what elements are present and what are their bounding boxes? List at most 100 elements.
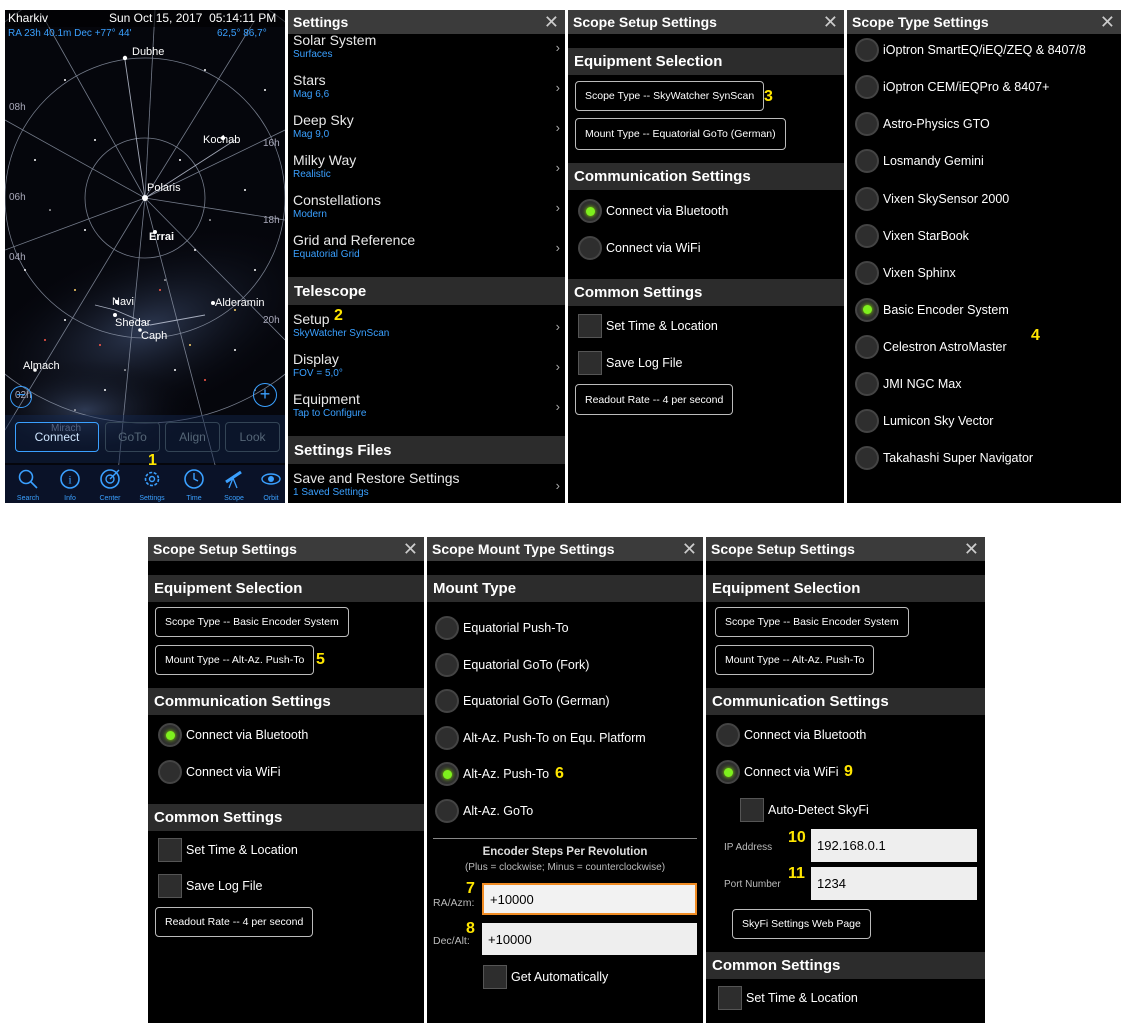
scope-type-option[interactable]: Lumicon Sky Vector [855,409,993,434]
settings-item-constellations[interactable]: Constellations Modern › [293,192,560,220]
settings-item-equipment[interactable]: Equipment Tap to Configure › [293,391,560,419]
mount-option[interactable]: Equatorial Push-To [435,616,569,640]
mount-type-button[interactable]: Mount Type -- Alt-Az. Push-To [715,645,875,675]
toolbar-orbit[interactable]: Orbit [257,465,285,503]
zoom-in-button[interactable]: + [253,383,277,407]
radio-bluetooth[interactable]: Connect via Bluetooth [158,723,308,747]
item-subtitle: 1 Saved Settings [293,487,369,498]
radio-label: iOptron CEM/iEQPro & 8407+ [883,80,1050,95]
close-icon[interactable]: ✕ [823,12,838,33]
mount-option[interactable]: Alt-Az. Push-To [435,762,549,786]
checkbox-set-time[interactable]: Set Time & Location [578,314,718,338]
scope-type-button[interactable]: Scope Type -- Basic Encoder System [155,607,349,637]
close-icon[interactable]: ✕ [544,12,559,33]
mount-type-button[interactable]: Mount Type -- Alt-Az. Push-To [155,645,315,675]
toolbar-info[interactable]: i Info [53,465,87,503]
item-title: Constellations [293,192,381,208]
align-button[interactable]: Align [165,422,220,452]
toolbar-center[interactable]: Center [93,465,127,503]
zoom-out-button[interactable]: − [10,386,32,408]
star-label-shedar[interactable]: Shedar [115,317,150,329]
star-label-almach[interactable]: Almach [23,360,60,372]
dec-input[interactable]: +10000 [482,923,697,955]
chevron-right-icon: › [555,359,560,374]
mount-type-button[interactable]: Mount Type -- Equatorial GoTo (German) [575,118,786,150]
star-label-kochab[interactable]: Kochab [203,134,240,146]
settings-item-display[interactable]: Display FOV = 5,0° › [293,351,560,379]
scope-type-option[interactable]: Astro-Physics GTO [855,112,990,137]
checkbox-get-automatically[interactable]: Get Automatically [483,965,608,989]
close-icon[interactable]: ✕ [403,539,418,560]
goto-button[interactable]: GoTo [105,422,160,452]
item-subtitle: Mag 9,0 [293,129,330,140]
radio-label: Connect via Bluetooth [186,728,309,742]
radio-wifi[interactable]: Connect via WiFi [716,760,838,784]
scope-type-option[interactable]: Basic Encoder System [855,297,1009,322]
star-label-errai[interactable]: Errai [149,231,174,243]
scope-type-option[interactable]: Takahashi Super Navigator [855,446,1033,471]
readout-rate-button[interactable]: Readout Rate -- 4 per second [155,907,314,937]
mount-option[interactable]: Alt-Az. GoTo [435,799,533,823]
scope-type-button[interactable]: Scope Type -- Basic Encoder System [715,607,909,637]
star-label-polaris[interactable]: Polaris [147,182,181,194]
close-icon[interactable]: ✕ [682,539,697,560]
scope-type-option[interactable]: Vixen Sphinx [855,260,956,285]
scope-type-option[interactable]: Losmandy Gemini [855,149,984,174]
page-title: Settings [293,14,349,30]
mount-option[interactable]: Equatorial GoTo (German) [435,689,610,713]
scope-type-option[interactable]: iOptron SmartEQ/iEQ/ZEQ & 8407/8 [855,38,1086,63]
radio-wifi[interactable]: Connect via WiFi [578,236,700,260]
ip-address-input[interactable]: 192.168.0.1 [811,829,977,862]
settings-item-deep-sky[interactable]: Deep Sky Mag 9,0 › [293,112,560,140]
port-number-input[interactable]: 1234 [811,867,977,900]
star-label-dubhe[interactable]: Dubhe [132,46,164,58]
settings-item-stars[interactable]: Stars Mag 6,6 › [293,72,560,100]
chevron-right-icon: › [555,200,560,215]
settings-item-grid[interactable]: Grid and Reference Equatorial Grid › [293,232,560,260]
close-icon[interactable]: ✕ [1100,12,1115,33]
scope-type-option[interactable]: Vixen StarBook [855,223,969,248]
settings-item-milky-way[interactable]: Milky Way Realistic › [293,152,560,180]
toolbar-time[interactable]: Time [177,465,211,503]
close-icon[interactable]: ✕ [964,539,979,560]
scope-type-option[interactable]: JMI NGC Max [855,372,961,396]
scope-type-button[interactable]: Scope Type -- SkyWatcher SynScan [575,81,765,111]
checkbox-set-time[interactable]: Set Time & Location [718,986,858,1010]
toolbar-scope[interactable]: Scope [217,465,251,503]
checkbox-save-log[interactable]: Save Log File [158,874,262,898]
toolbar-label: Search [16,495,40,502]
radio-wifi[interactable]: Connect via WiFi [158,760,280,784]
checkbox-set-time[interactable]: Set Time & Location [158,838,298,862]
star-label-caph[interactable]: Caph [141,330,167,342]
scope-setup-panel-3: Scope Setup Settings ✕ Equipment Selecti… [706,537,985,1023]
checkbox-auto-detect-skyfi[interactable]: Auto-Detect SkyFi [740,798,869,822]
settings-item-solar-system[interactable]: Solar System Surfaces › [293,32,560,60]
star-label-navi[interactable]: Navi [112,296,134,308]
sky-map-panel[interactable]: Kharkiv Sun Oct 15, 2017 05:14:11 PM RA … [5,10,285,503]
connect-button[interactable]: Connect [15,422,99,452]
scope-type-option[interactable]: iOptron CEM/iEQPro & 8407+ [855,75,1050,100]
radio-bluetooth[interactable]: Connect via Bluetooth [716,723,866,747]
scope-type-option[interactable]: Vixen SkySensor 2000 [855,186,1009,211]
item-title: Stars [293,72,326,88]
settings-item-save-restore[interactable]: Save and Restore Settings 1 Saved Setting… [293,470,560,498]
item-title: Save and Restore Settings [293,470,460,486]
ra-input[interactable]: +10000 [482,883,697,915]
star-label-alderamin[interactable]: Alderamin [215,297,265,309]
item-subtitle: Tap to Configure [293,408,367,419]
radio-bluetooth[interactable]: Connect via Bluetooth [578,199,728,223]
skyfi-web-page-button[interactable]: SkyFi Settings Web Page [732,909,871,939]
checkbox-box [578,314,602,338]
mount-option[interactable]: Alt-Az. Push-To on Equ. Platform [435,726,646,750]
readout-rate-button[interactable]: Readout Rate -- 4 per second [575,384,734,415]
toolbar-search[interactable]: Search [11,465,45,503]
target-icon [100,469,120,489]
encoder-title: Encoder Steps Per Revolution [482,846,648,858]
mount-option[interactable]: Equatorial GoTo (Fork) [435,653,589,677]
toolbar-settings[interactable]: Settings [133,465,171,503]
datetime-label: Sun Oct 15, 2017 05:14:11 PM [109,11,277,25]
look-button[interactable]: Look [225,422,280,452]
checkbox-save-log[interactable]: Save Log File [578,351,682,375]
scope-type-option[interactable]: Celestron AstroMaster [855,334,1007,359]
chevron-right-icon: › [555,40,560,55]
